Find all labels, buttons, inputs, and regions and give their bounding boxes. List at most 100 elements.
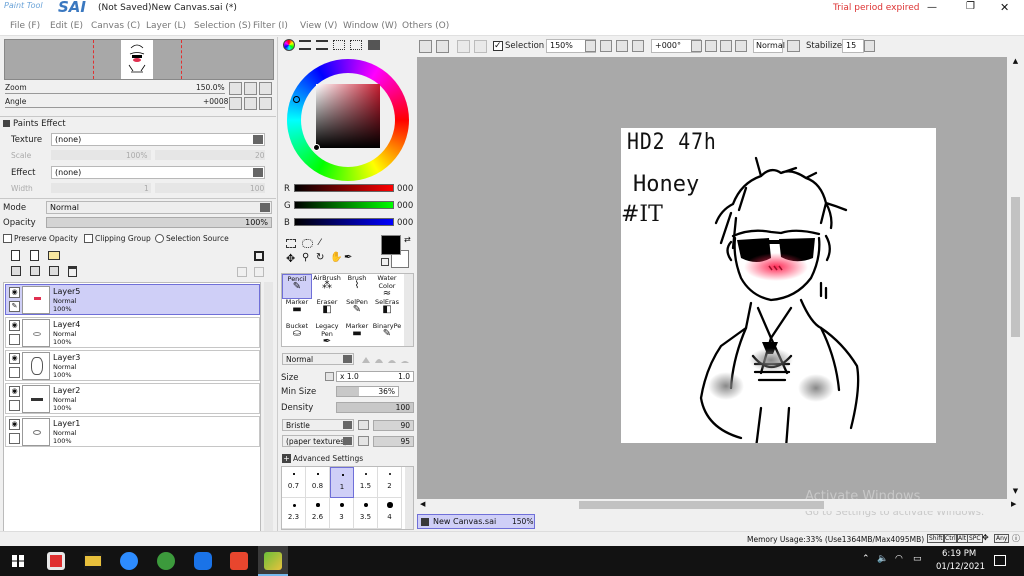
tool-button[interactable]: Brush ⌇: [342, 274, 372, 299]
rect-select-icon[interactable]: [286, 239, 296, 248]
stabilizer-select[interactable]: 15: [842, 39, 864, 53]
horizontal-scrollbar[interactable]: ◀ ▶: [417, 499, 1024, 511]
brush-texture-settings-button[interactable]: [358, 436, 369, 446]
transfer-down-icon[interactable]: [11, 266, 21, 276]
stabilizer-dropdown-button[interactable]: [864, 40, 875, 52]
toolbar-zoom-reset-button[interactable]: [632, 40, 644, 52]
undo-button[interactable]: [419, 40, 432, 53]
color-wheel-tab-icon[interactable]: [283, 39, 295, 51]
eye-icon[interactable]: ◉: [9, 419, 20, 430]
scale-right-slider[interactable]: [155, 150, 265, 160]
clock-date[interactable]: 01/12/2021: [936, 562, 985, 572]
layer-mode-select[interactable]: Normal: [46, 201, 272, 214]
tool-button[interactable]: Legacy Pen ✒: [312, 322, 342, 347]
brush-size-cell[interactable]: 2.6: [306, 498, 330, 529]
width-slider[interactable]: [51, 183, 151, 193]
menu-others[interactable]: Others (O): [402, 21, 449, 31]
rgb-slider-tab-icon[interactable]: [299, 40, 311, 50]
swatches-tab-icon[interactable]: [350, 40, 362, 50]
rotate-right-button[interactable]: [244, 97, 257, 110]
taskbar-app-icon[interactable]: [47, 552, 65, 570]
menu-filter[interactable]: Filter (I): [253, 21, 288, 31]
color-picker-handle[interactable]: [313, 144, 320, 151]
vertical-scrollbar[interactable]: ▲ ▼: [1007, 57, 1024, 499]
effect-select[interactable]: (none): [51, 166, 265, 179]
trash-icon[interactable]: [68, 266, 77, 277]
battery-icon[interactable]: ▭: [913, 554, 922, 564]
toolbar-rotate-reset-button[interactable]: [735, 40, 747, 52]
rotate-reset-button[interactable]: [259, 97, 272, 110]
hue-picker-handle[interactable]: [293, 96, 300, 103]
scroll-right-icon[interactable]: ▶: [1011, 500, 1021, 510]
r-slider[interactable]: [294, 184, 394, 192]
taskbar-explorer-icon[interactable]: [84, 552, 102, 570]
new-folder-icon[interactable]: [48, 251, 60, 260]
toolbar-zoom-in-button[interactable]: [616, 40, 628, 52]
taskbar-sai-button[interactable]: [258, 546, 288, 576]
redo-button[interactable]: [436, 40, 449, 53]
canvas-page[interactable]: HD2 47h Honey #IT: [621, 128, 936, 443]
tool-button[interactable]: SelPen ✎: [342, 298, 372, 323]
chevron-up-icon[interactable]: ⌃: [862, 554, 870, 564]
layer-list-scrollbar[interactable]: [264, 282, 273, 537]
tool-button[interactable]: AirBrush ⁂: [312, 274, 342, 299]
view-blend-select[interactable]: Normal: [753, 39, 785, 53]
selection-checkbox[interactable]: ✓: [493, 41, 503, 51]
layer-row[interactable]: ◉ ✎ Layer5 Normal 100%: [5, 284, 260, 315]
clear-layer-icon[interactable]: [49, 266, 59, 276]
speaker-icon[interactable]: 🔈: [877, 554, 888, 564]
brush-shape-icons[interactable]: [360, 355, 410, 364]
tool-button[interactable]: Bucket ⛀: [282, 322, 312, 347]
menu-layer[interactable]: Layer (L): [146, 21, 186, 31]
saturation-value-square[interactable]: [316, 84, 380, 148]
document-tab[interactable]: New Canvas.sai 150%: [417, 514, 535, 529]
layer-row[interactable]: ◉ Layer2 Normal 100%: [5, 383, 260, 414]
tool-button[interactable]: Marker ▬: [342, 322, 372, 347]
taskbar-app-icon[interactable]: [157, 552, 175, 570]
zalo-icon[interactable]: [194, 552, 212, 570]
foreground-color-swatch[interactable]: [381, 235, 401, 255]
deselect-button[interactable]: [457, 40, 470, 53]
tool-button[interactable]: SelEras ◧: [372, 298, 402, 323]
lasso-icon[interactable]: [302, 239, 313, 248]
wifi-icon[interactable]: ◠: [895, 554, 903, 564]
vertical-scroll-thumb[interactable]: [1011, 197, 1020, 337]
rotate-left-button[interactable]: [229, 97, 242, 110]
zoom-reset-button[interactable]: [259, 82, 272, 95]
density-slider[interactable]: 100: [336, 402, 414, 413]
opacity-slider[interactable]: 100%: [46, 217, 272, 228]
scroll-down-icon[interactable]: ▼: [1010, 487, 1021, 497]
move-icon[interactable]: ✥: [286, 253, 295, 264]
brush-size-cell[interactable]: 3: [330, 498, 354, 529]
layer-lock-box[interactable]: [9, 433, 20, 444]
canvas-viewport[interactable]: HD2 47h Honey #IT Activate Windows: [417, 57, 1007, 504]
menu-edit[interactable]: Edit (E): [50, 21, 83, 31]
g-slider[interactable]: [294, 201, 394, 209]
layer-lock-box[interactable]: [9, 334, 20, 345]
minimize-button[interactable]: —: [927, 2, 937, 13]
scratchpad-tab-icon[interactable]: [368, 40, 380, 50]
brush-size-cell[interactable]: 2.3: [282, 498, 306, 529]
size-slider[interactable]: x 1.0 1.0: [336, 371, 414, 382]
angle-dropdown-button[interactable]: [691, 40, 702, 52]
swap-colors-icon[interactable]: ⇄: [404, 235, 411, 244]
advanced-settings-label[interactable]: Advanced Settings: [293, 454, 363, 463]
clock-time[interactable]: 6:19 PM: [942, 549, 976, 559]
layer-lock-box[interactable]: [9, 367, 20, 378]
brush-shape-select[interactable]: Bristle: [282, 419, 354, 431]
menu-canvas[interactable]: Canvas (C): [91, 21, 140, 31]
layer-row[interactable]: ◉ Layer1 Normal 100%: [5, 416, 260, 447]
texture-select[interactable]: (none): [51, 133, 265, 146]
notification-icon[interactable]: [994, 555, 1006, 566]
tool-button[interactable]: Eraser ◧: [312, 298, 342, 323]
hsv-slider-tab-icon[interactable]: [316, 40, 328, 50]
tool-button[interactable]: BinaryPe ✎: [372, 322, 402, 347]
pencil-icon[interactable]: ✎: [9, 301, 20, 312]
zoom-slider[interactable]: [5, 93, 225, 94]
selection-source-radio[interactable]: [155, 234, 164, 243]
new-layer-icon[interactable]: [11, 250, 20, 261]
scroll-left-icon[interactable]: ◀: [420, 500, 430, 510]
tool-button[interactable]: Water Color ≈: [372, 274, 402, 299]
toolbar-zoom-out-button[interactable]: [600, 40, 612, 52]
hand-icon[interactable]: ✋: [330, 253, 342, 263]
